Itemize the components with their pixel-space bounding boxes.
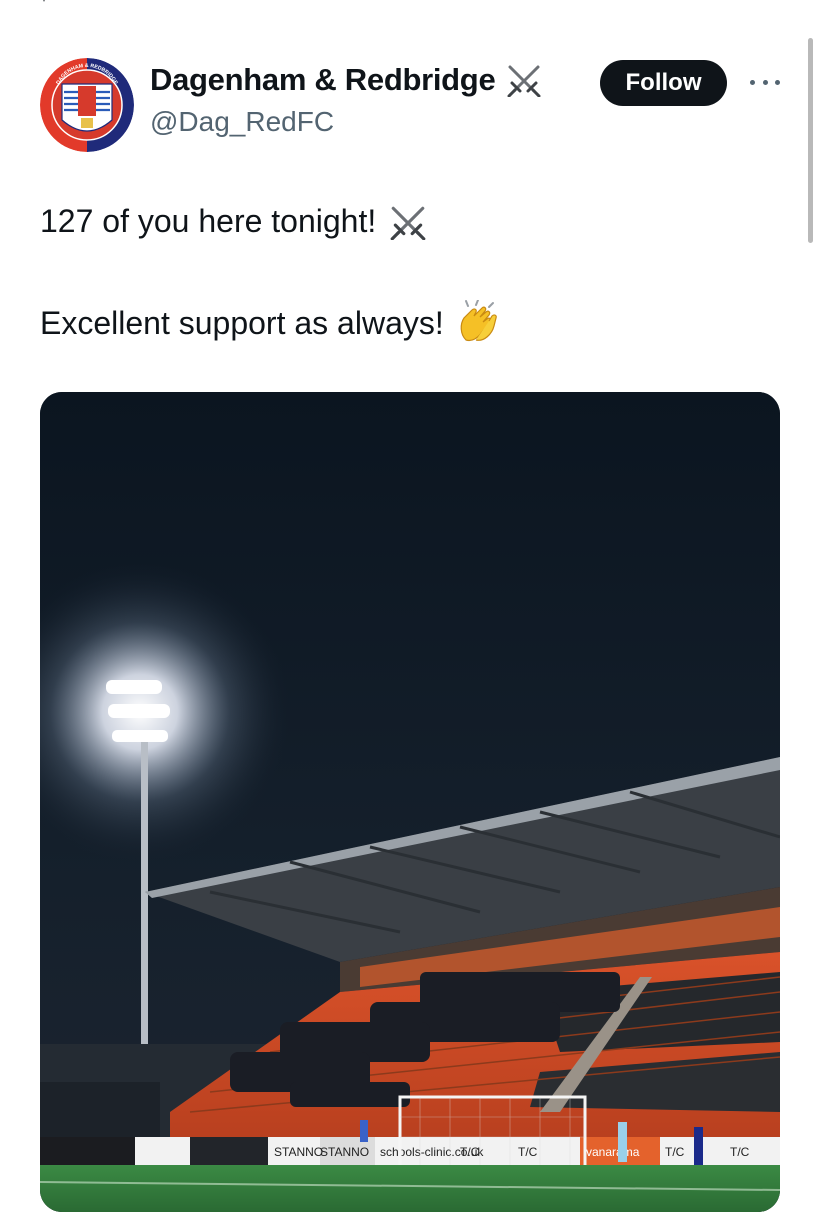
clapping-hands-icon: [460, 300, 497, 342]
crossed-swords-icon: [507, 65, 541, 97]
tweet-photo[interactable]: STANNO STANNO schools-clinic.co.uk T/C T…: [40, 392, 780, 1212]
ad-board: STANNO: [274, 1145, 323, 1159]
ad-board: T/C: [730, 1145, 750, 1159]
ad-board: T/C: [460, 1145, 480, 1159]
display-name[interactable]: Dagenham & Redbridge: [150, 62, 496, 98]
tweet-text-line-1: 127 of you here tonight!: [40, 203, 428, 240]
more-options-icon[interactable]: [750, 68, 780, 96]
follow-button[interactable]: Follow: [600, 60, 727, 106]
tweet-text-1: 127 of you here tonight!: [40, 203, 377, 239]
user-handle[interactable]: @Dag_RedFC: [150, 106, 334, 138]
scrollbar[interactable]: [808, 38, 813, 243]
crossed-swords-icon: [390, 206, 426, 240]
tweet-text-line-2: Excellent support as always!: [40, 300, 500, 346]
avatar[interactable]: DAGENHAM & REDBRIDGE: [40, 58, 134, 152]
scroll-indicator-icon: [43, 0, 45, 2]
ad-board: T/C: [665, 1145, 685, 1159]
ad-board: T/C: [518, 1145, 538, 1159]
ad-board: STANNO: [320, 1145, 369, 1159]
ad-board: vanarama: [586, 1145, 640, 1159]
tweet-text-2: Excellent support as always!: [40, 304, 444, 341]
